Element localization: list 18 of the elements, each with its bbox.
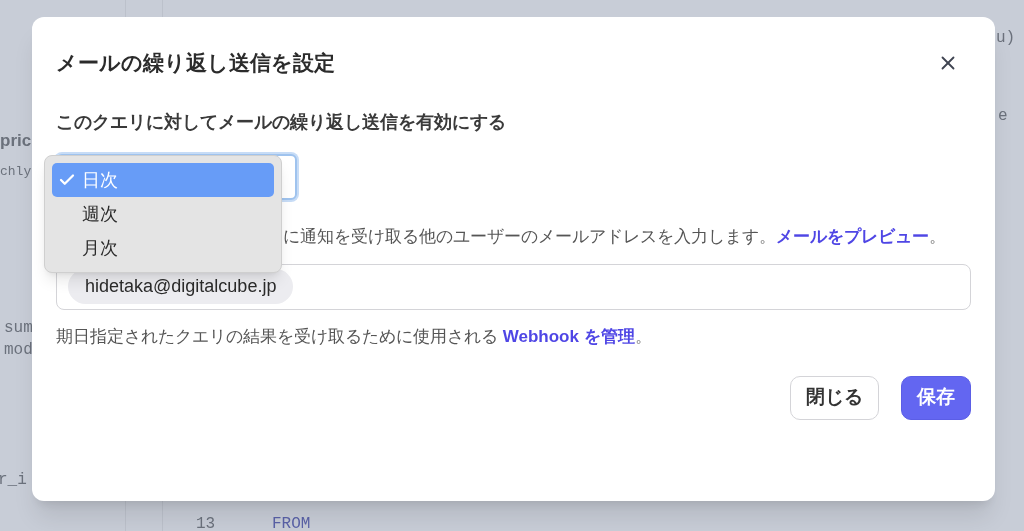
- webhook-link[interactable]: Webhook を管理: [502, 326, 635, 346]
- background-code-text: r_i: [0, 470, 27, 491]
- save-button[interactable]: 保存: [901, 375, 971, 420]
- dialog-title: メールの繰り返し送信を設定: [56, 50, 335, 76]
- dropdown-option[interactable]: 週次: [52, 197, 274, 231]
- webhook-help-text: 期日指定されたクエリの結果を受け取るために使用される Webhook を管理。: [56, 325, 653, 348]
- background-code-text: pric: [0, 130, 32, 152]
- preview-link[interactable]: メールをプレビュー: [776, 226, 929, 246]
- close-dialog-button[interactable]: 閉じる: [790, 375, 879, 420]
- background-code-text: 13: [196, 514, 216, 531]
- background-code-text: e: [998, 106, 1008, 127]
- background-code-text: chly: [0, 163, 32, 181]
- background-code-text: FROM: [272, 514, 311, 531]
- background-code-text: mod: [4, 340, 33, 361]
- background-code-text: sum: [4, 318, 33, 339]
- background-code-text: u): [996, 28, 1016, 49]
- dropdown-option[interactable]: 月次: [52, 231, 274, 265]
- enable-label: このクエリに対してメールの繰り返し送信を有効にする: [56, 110, 507, 134]
